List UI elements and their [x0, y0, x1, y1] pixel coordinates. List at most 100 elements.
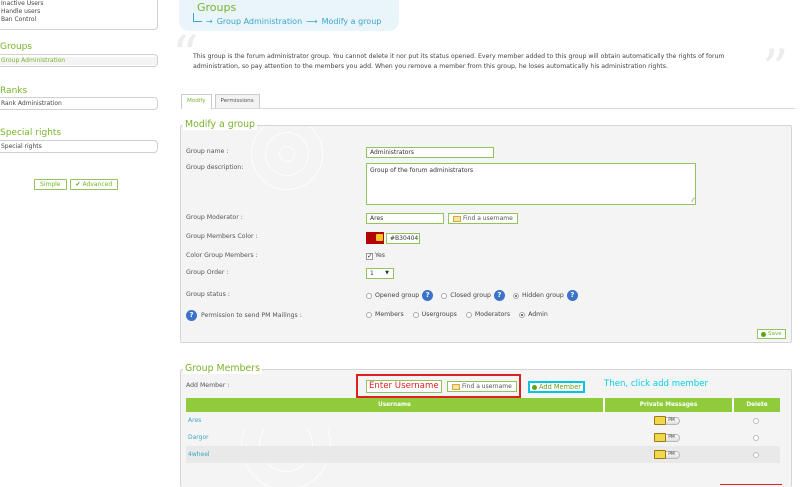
status-closed-radio[interactable]	[441, 292, 448, 299]
group-order-select[interactable]: 1 ▼	[366, 268, 394, 279]
color-members-checkbox[interactable]: ✓	[366, 252, 373, 260]
group-moderator-label: Group Moderator :	[186, 214, 243, 221]
pm-permission-label-wrap: ? Permission to send PM Mailings :	[186, 310, 302, 321]
sidebar-item-group-administration[interactable]: Group Administration	[0, 57, 157, 65]
pm-members-label: Members	[375, 311, 404, 318]
group-description-textarea[interactable]: Group of the forum administrators ⁄⁄	[366, 163, 696, 205]
sidebar-item-handle-users[interactable]: Handle users	[0, 8, 157, 16]
sidebar-heading-groups: Groups	[0, 42, 33, 52]
plus-circle-icon	[532, 384, 537, 390]
check-circle-icon	[761, 331, 766, 337]
group-order-value: 1	[370, 270, 374, 277]
caret-down-icon: ▼	[385, 270, 389, 276]
resize-handle-icon[interactable]: ⁄⁄	[692, 197, 694, 204]
member-username[interactable]: Ares	[186, 417, 603, 424]
breadcrumb: → Group Administration ⟶ Modify a group	[193, 13, 382, 26]
table-row: Ares PM	[186, 412, 780, 429]
sidebar-item-ban-control[interactable]: Ban Control	[0, 16, 157, 24]
table-row: Dargor PM	[186, 429, 780, 446]
color-swatch[interactable]	[366, 232, 384, 244]
pm-usergroups-label: Usergroups	[421, 311, 457, 318]
delete-cell	[732, 434, 780, 441]
delete-member-radio[interactable]	[753, 434, 759, 441]
breadcrumb-group-administration[interactable]: Group Administration	[217, 17, 302, 26]
color-members-row: Color Group Members : ✓ Yes	[186, 251, 786, 261]
group-status-label: Group status :	[186, 291, 230, 298]
group-name-label: Group name :	[186, 148, 229, 155]
help-icon[interactable]: ?	[493, 290, 505, 301]
member-username[interactable]: 4wheel	[186, 451, 603, 458]
pm-admin-radio[interactable]	[519, 312, 526, 318]
simple-mode-button[interactable]: Simple	[34, 179, 67, 190]
help-icon[interactable]: ?	[186, 310, 197, 321]
delete-member-radio[interactable]	[753, 451, 759, 458]
pm-cell: PM	[603, 415, 732, 425]
find-username-label-2: Find a username	[462, 383, 512, 390]
group-order-value-wrap: 1 ▼	[366, 268, 394, 279]
advanced-mode-button[interactable]: ✔ Advanced	[69, 179, 119, 190]
sidebar-item-rank-administration[interactable]: Rank Administration	[0, 100, 157, 108]
member-username[interactable]: Dargor	[186, 434, 603, 441]
status-closed-label: Closed group	[450, 291, 491, 299]
status-hidden-radio[interactable]	[512, 292, 519, 299]
add-member-input[interactable]: Enter Username	[366, 380, 442, 393]
group-status-options: Opened group ? Closed group ? Hidden gro…	[366, 290, 578, 301]
status-opened-radio[interactable]	[366, 292, 372, 299]
group-color-label: Group Members Color :	[186, 233, 258, 240]
delete-member-radio[interactable]	[753, 417, 759, 424]
pm-permission-options: Members Usergroups Moderators Admin	[366, 310, 548, 320]
mode-toggle: Simple ✔ Advanced	[34, 179, 119, 190]
pm-members-radio[interactable]	[366, 312, 372, 318]
add-member-label: Add Member :	[186, 382, 230, 389]
group-color-value-wrap: #B30404	[366, 232, 420, 244]
breadcrumb-arrow-icon: ⟶	[306, 17, 318, 26]
pm-usergroups-radio[interactable]	[412, 312, 419, 318]
pm-button[interactable]: PM	[653, 432, 680, 442]
add-member-button[interactable]: Add Member	[528, 381, 585, 393]
sidebar-special-rights-box: Special rights	[0, 140, 158, 153]
sidebar-users-box: Inactive Users Handle users Ban Control	[0, 0, 158, 30]
pm-moderators-radio[interactable]	[465, 312, 472, 318]
pm-permission-row: ? Permission to send PM Mailings : Membe…	[186, 310, 786, 321]
group-color-row: Group Members Color : #B30404	[186, 232, 786, 244]
pm-cell: PM	[603, 449, 732, 459]
save-button-label: Save	[768, 331, 782, 337]
find-username-button[interactable]: Find a username	[448, 213, 518, 224]
sidebar-ranks-box: Rank Administration	[0, 97, 158, 110]
group-order-label: Group Order :	[186, 269, 229, 276]
group-color-input[interactable]: #B30404	[386, 232, 420, 244]
delete-cell	[732, 451, 780, 458]
help-icon[interactable]: ?	[566, 290, 578, 301]
breadcrumb-arrow-icon: →	[206, 17, 213, 26]
group-moderator-input[interactable]: Ares	[366, 213, 444, 224]
help-icon[interactable]: ?	[422, 290, 434, 301]
modify-group-legend: Modify a group	[183, 119, 257, 130]
sidebar-heading-ranks: Ranks	[0, 86, 28, 96]
tab-permissions[interactable]: Permissions	[214, 94, 260, 108]
breadcrumb-modify-group: Modify a group	[321, 17, 382, 26]
sidebar-heading-special-rights: Special rights	[0, 128, 62, 138]
group-name-input[interactable]: Administrators	[366, 147, 494, 158]
group-members-legend: Group Members	[183, 363, 262, 374]
pm-permission-label: Permission to send PM Mailings :	[201, 311, 302, 319]
status-opened-label: Opened group	[375, 291, 420, 299]
group-order-row: Group Order : 1 ▼	[186, 268, 786, 279]
save-button[interactable]: Save	[757, 329, 786, 339]
breadcrumb-arrow-icon	[193, 13, 202, 22]
status-hidden-label: Hidden group	[521, 291, 564, 299]
pm-button[interactable]: PM	[653, 449, 680, 459]
color-members-value-wrap: ✓ Yes	[366, 251, 385, 261]
find-username-button-2[interactable]: Find a username	[447, 381, 517, 392]
pm-moderators-label: Moderators	[474, 311, 511, 318]
pm-button[interactable]: PM	[653, 415, 680, 425]
sidebar-item-special-rights[interactable]: Special rights	[0, 143, 157, 151]
group-description-label: Group description:	[186, 164, 244, 171]
group-description-text: This group is the forum administrator gr…	[193, 53, 725, 70]
sidebar-item-inactive-users[interactable]: Inactive Users	[0, 0, 157, 8]
tab-modify[interactable]: Modify	[181, 94, 212, 109]
add-member-button-label: Add Member	[539, 383, 581, 391]
color-members-label: Color Group Members :	[186, 252, 258, 259]
page-title: Groups	[197, 1, 237, 14]
group-moderator-value-wrap: Ares Find a username	[366, 213, 518, 224]
tab-divider	[181, 108, 795, 109]
